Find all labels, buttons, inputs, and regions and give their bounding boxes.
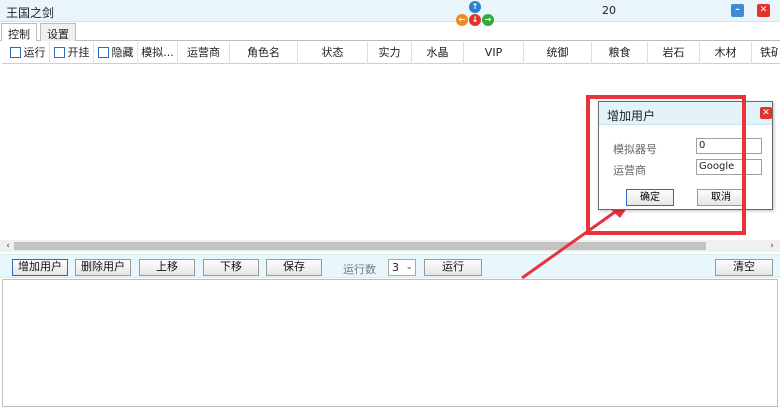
title-bar: 王国之剑 ↑ ← ↓ → 20 – ✕ <box>0 0 780 26</box>
tab-settings[interactable]: 设置 <box>40 23 76 41</box>
tab-control[interactable]: 控制 <box>1 23 37 41</box>
app-title: 王国之剑 <box>6 6 55 20</box>
minimize-icon[interactable]: – <box>731 4 744 17</box>
dialog-close-icon[interactable]: ✕ <box>760 107 772 119</box>
scrollbar-thumb[interactable] <box>14 242 706 250</box>
column-status[interactable]: 状态 <box>298 42 368 64</box>
column-command[interactable]: 统御 <box>524 42 592 64</box>
arrow-up-icon[interactable]: ↑ <box>469 1 481 13</box>
cheat-checkbox[interactable] <box>53 47 65 58</box>
move-down-button[interactable]: 下移 <box>203 259 259 276</box>
column-stone[interactable]: 岩石 <box>648 42 700 64</box>
column-vip[interactable]: VIP <box>464 42 524 64</box>
scroll-right-icon[interactable]: › <box>766 240 778 252</box>
column-power[interactable]: 实力 <box>368 42 412 64</box>
log-panel[interactable] <box>2 279 778 407</box>
column-cheat[interactable]: 开挂 <box>50 42 94 64</box>
column-role-name[interactable]: 角色名 <box>230 42 298 64</box>
tab-strip: 控制 设置 <box>0 23 780 41</box>
chevron-down-icon: ⌄ <box>405 262 413 272</box>
user-grid-header: 运行 开挂 隐藏 模拟... 运营商 角色名 状态 实力 水晶 VIP 统御 粮… <box>2 42 780 64</box>
column-carrier[interactable]: 运营商 <box>178 42 230 64</box>
column-emulator[interactable]: 模拟... <box>138 42 178 64</box>
clear-button[interactable]: 清空 <box>715 259 773 276</box>
delete-user-button[interactable]: 删除用户 <box>75 259 131 276</box>
add-user-button[interactable]: 增加用户 <box>12 259 68 276</box>
run-count-label: 运行数 <box>343 263 376 276</box>
action-toolbar: 增加用户 删除用户 上移 下移 保存 运行数 3 ⌄ 运行 清空 <box>0 254 780 278</box>
run-count-select[interactable]: 3 ⌄ <box>388 259 416 276</box>
column-run[interactable]: 运行 <box>6 42 50 64</box>
hide-checkbox[interactable] <box>97 47 109 58</box>
save-button[interactable]: 保存 <box>266 259 322 276</box>
annotation-highlight-box <box>586 95 746 235</box>
column-hide[interactable]: 隐藏 <box>94 42 138 64</box>
column-crystal[interactable]: 水晶 <box>412 42 464 64</box>
move-up-button[interactable]: 上移 <box>139 259 195 276</box>
horizontal-scrollbar[interactable]: ‹ › <box>0 240 780 252</box>
counter-value: 20 <box>602 4 616 17</box>
scroll-left-icon[interactable]: ‹ <box>2 240 14 252</box>
column-wood[interactable]: 木材 <box>700 42 752 64</box>
column-iron[interactable]: 铁矿 <box>752 42 778 64</box>
close-icon[interactable]: ✕ <box>757 4 770 17</box>
column-food[interactable]: 粮食 <box>592 42 648 64</box>
run-button[interactable]: 运行 <box>424 259 482 276</box>
run-checkbox[interactable] <box>9 47 21 58</box>
